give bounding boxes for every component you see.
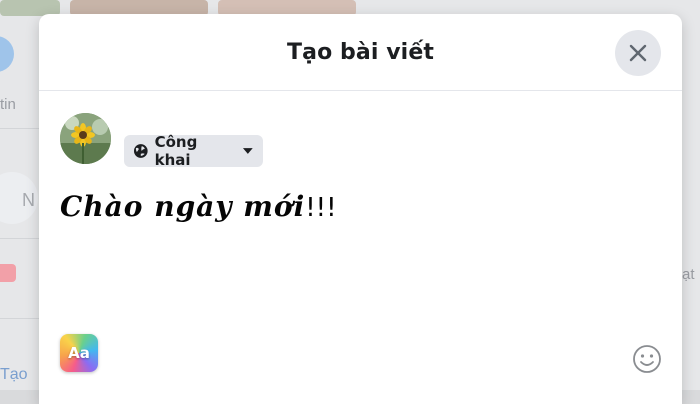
caret-down-icon <box>243 148 254 154</box>
smiley-icon <box>633 345 661 373</box>
bg-text-tin: tin <box>0 96 16 113</box>
dialog-title: Tạo bài viết <box>287 39 434 65</box>
dialog-header: Tạo bài viết <box>39 14 682 91</box>
bg-live-video-icon <box>0 264 16 282</box>
bg-divider-2 <box>0 238 39 239</box>
background-picker-button[interactable]: Aa <box>60 334 98 372</box>
post-text-input[interactable]: Chào ngày mới!!! <box>60 190 337 223</box>
create-post-dialog: Tạo bài viết Công khai Chào ngày mới!!! … <box>39 14 682 404</box>
close-icon <box>629 44 647 62</box>
globe-icon <box>133 144 148 158</box>
bg-divider <box>0 128 39 129</box>
sunflower-photo-icon <box>60 113 111 164</box>
audience-label: Công khai <box>154 133 198 169</box>
background-picker-label: Aa <box>68 344 90 362</box>
bg-text-tao: Tạo <box>0 366 28 383</box>
bg-text-n: N <box>22 190 35 210</box>
avatar[interactable] <box>60 113 111 164</box>
post-text-styled: Chào ngày mới <box>60 190 306 223</box>
close-button[interactable] <box>615 30 661 76</box>
post-text-plain: !!! <box>305 193 337 223</box>
bg-avatar <box>0 36 14 72</box>
audience-selector[interactable]: Công khai <box>124 133 263 169</box>
bg-divider-3 <box>0 318 39 319</box>
emoji-button[interactable] <box>632 344 662 374</box>
bg-text-right: ạt <box>682 266 695 283</box>
